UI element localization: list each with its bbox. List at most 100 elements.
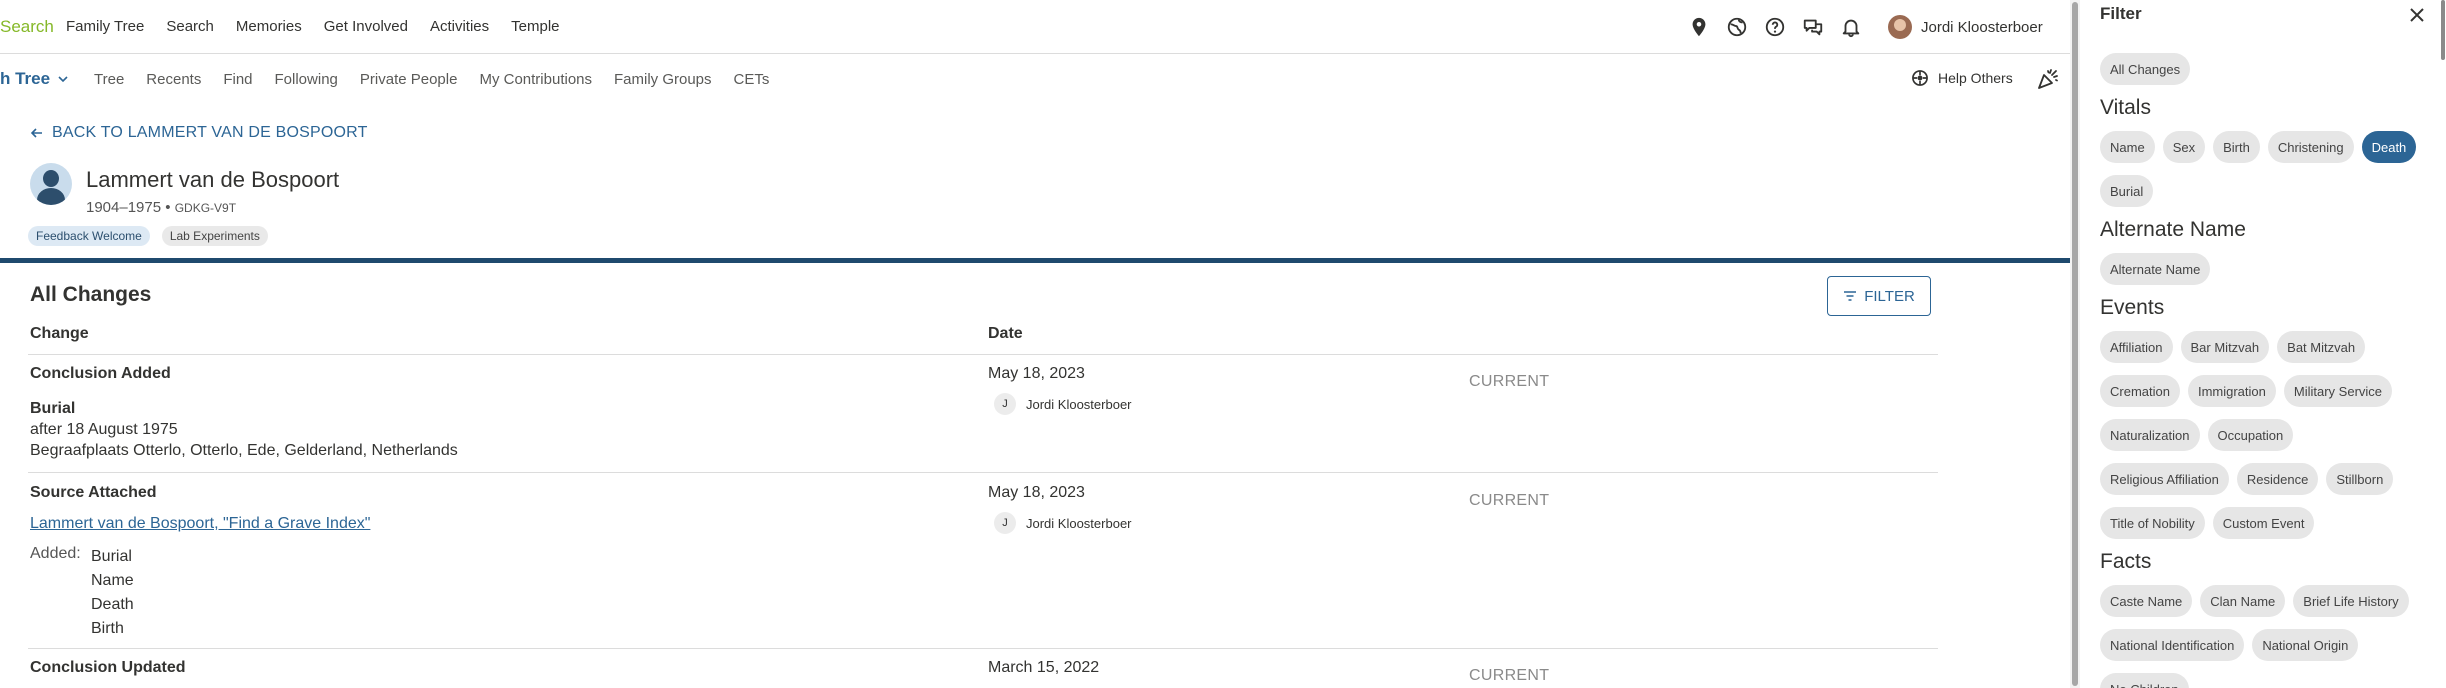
chip-bar-mitzvah[interactable]: Bar Mitzvah [2180,331,2270,363]
contributor[interactable]: J Jordi Kloosterboer [994,512,1132,534]
source-link[interactable]: Lammert van de Bospoort, "Find a Grave I… [30,515,370,533]
subnav-private-people[interactable]: Private People [360,71,458,88]
filter-scrollbar-thumb[interactable] [2441,0,2445,60]
chip-residence[interactable]: Residence [2236,463,2319,495]
help-circle-icon[interactable] [1764,16,1786,38]
chevron-down-icon [58,76,68,83]
nav-family-tree[interactable]: Family Tree [66,18,144,35]
back-to-person-link[interactable]: BACK TO LAMMERT VAN DE BOSPOORT [30,124,368,142]
change-date: May 18, 2023 [988,365,1085,382]
family-tree-subnav: h Tree Tree Recents Find Following Priva… [0,55,2070,105]
table-divider [28,354,1938,355]
change-date: March 15, 2022 [988,659,1100,676]
nav-activities[interactable]: Activities [430,18,489,35]
subnav-find[interactable]: Find [223,71,252,88]
help-others-button[interactable]: Help Others [1910,68,2013,88]
globe-icon[interactable] [1726,16,1748,38]
chat-icon[interactable] [1802,16,1824,38]
subnav-cets[interactable]: CETs [734,71,770,88]
person-name[interactable]: Lammert van de Bospoort [86,167,339,193]
chip-bat-mitzvah[interactable]: Bat Mitzvah [2277,331,2366,363]
nav-temple[interactable]: Temple [511,18,559,35]
section-label: h Tree [0,69,51,88]
table-row: Conclusion Updated March 15, 2022 CURREN… [0,659,1940,688]
alternate-name-chips: Alternate Name [2100,253,2430,285]
chip-stillborn[interactable]: Stillborn [2326,463,2394,495]
chip-title-of-nobility[interactable]: Title of Nobility [2100,507,2205,539]
change-type: Source Attached [30,484,157,501]
help-others-icon [1912,70,1928,86]
chip-affiliation[interactable]: Affiliation [2100,331,2173,363]
person-summary: Lammert van de Bospoort 1904–1975 • GDKG… [30,163,339,216]
nav-get-involved[interactable]: Get Involved [324,18,408,35]
added-item: Burial [91,548,132,565]
vitals-heading: Vitals [2100,96,2151,119]
chip-national-origin[interactable]: National Origin [2252,629,2359,661]
celebration-icon[interactable] [2036,67,2060,91]
detail-date: after 18 August 1975 [30,421,178,438]
close-icon[interactable] [2406,4,2428,26]
location-pin-icon[interactable] [1688,16,1710,38]
person-lifespan: 1904–1975 [86,199,162,216]
subnav-family-groups[interactable]: Family Groups [614,71,712,88]
chip-national-identification[interactable]: National Identification [2100,629,2245,661]
chip-naturalization[interactable]: Naturalization [2100,419,2200,451]
subnav-following[interactable]: Following [275,71,338,88]
change-type: Conclusion Added [30,365,171,382]
chip-name[interactable]: Name [2100,131,2155,163]
chip-military-service[interactable]: Military Service [2283,375,2393,407]
lab-experiments-badge[interactable]: Lab Experiments [161,226,268,246]
chip-custom-event[interactable]: Custom Event [2212,507,2315,539]
subnav-recents[interactable]: Recents [146,71,201,88]
chip-religious-affiliation[interactable]: Religious Affiliation [2100,463,2229,495]
filter-scrollbar[interactable] [2441,0,2446,688]
chip-alternate-name[interactable]: Alternate Name [2100,253,2211,285]
feedback-welcome-badge[interactable]: Feedback Welcome [28,226,150,246]
filter-drawer: Filter All Changes Vitals Name Sex Birth… [2080,0,2446,688]
user-name: Jordi Kloosterboer [1921,18,2043,36]
contributor-initial: J [994,393,1016,415]
user-avatar [1888,15,1912,39]
added-item: Death [91,596,134,613]
events-heading: Events [2100,296,2165,319]
change-detail: Burial after 18 August 1975 Begraafplaat… [30,398,458,461]
chip-death[interactable]: Death [2361,131,2417,163]
chip-brief-life-history[interactable]: Brief Life History [2293,585,2409,617]
detail-place: Begraafplaats Otterlo, Otterlo, Ede, Gel… [30,442,458,459]
detail-title: Burial [30,400,76,417]
family-tree-menu[interactable]: h Tree [0,69,70,89]
arrow-left-icon [30,128,42,138]
chip-christening[interactable]: Christening [2267,131,2354,163]
added-item: Birth [91,620,124,637]
subnav-my-contributions[interactable]: My Contributions [479,71,592,88]
nav-search[interactable]: Search [166,18,214,35]
chip-sex[interactable]: Sex [2162,131,2206,163]
header-divider [0,258,2070,263]
chip-caste-name[interactable]: Caste Name [2100,585,2193,617]
change-date: May 18, 2023 [988,484,1085,501]
brand-link[interactable]: Search [0,17,54,37]
chip-birth[interactable]: Birth [2213,131,2260,163]
chip-all-changes[interactable]: All Changes [2100,53,2191,85]
chip-cremation[interactable]: Cremation [2100,375,2180,407]
user-menu[interactable]: Jordi Kloosterboer [1888,15,2043,39]
contributor[interactable]: J Jordi Kloosterboer [994,393,1132,415]
chip-no-children[interactable]: No Children [2100,673,2189,688]
page-scrollbar[interactable] [2070,0,2080,688]
status-label: CURRENT [1469,492,1550,509]
filter-title: Filter [2100,4,2142,23]
filter-button[interactable]: FILTER [1827,276,1931,316]
person-badges: Feedback Welcome Lab Experiments [28,226,268,246]
chip-occupation[interactable]: Occupation [2207,419,2294,451]
filter-icon [1844,291,1857,301]
contributor-name: Jordi Kloosterboer [1026,515,1132,531]
contributor-name: Jordi Kloosterboer [1026,396,1132,412]
bell-icon[interactable] [1840,16,1862,38]
subnav-tree[interactable]: Tree [94,71,124,88]
nav-memories[interactable]: Memories [236,18,302,35]
page-scrollbar-thumb[interactable] [2072,2,2078,686]
chip-burial[interactable]: Burial [2100,175,2154,207]
chip-immigration[interactable]: Immigration [2187,375,2276,407]
chip-clan-name[interactable]: Clan Name [2200,585,2286,617]
table-divider [28,648,1938,649]
